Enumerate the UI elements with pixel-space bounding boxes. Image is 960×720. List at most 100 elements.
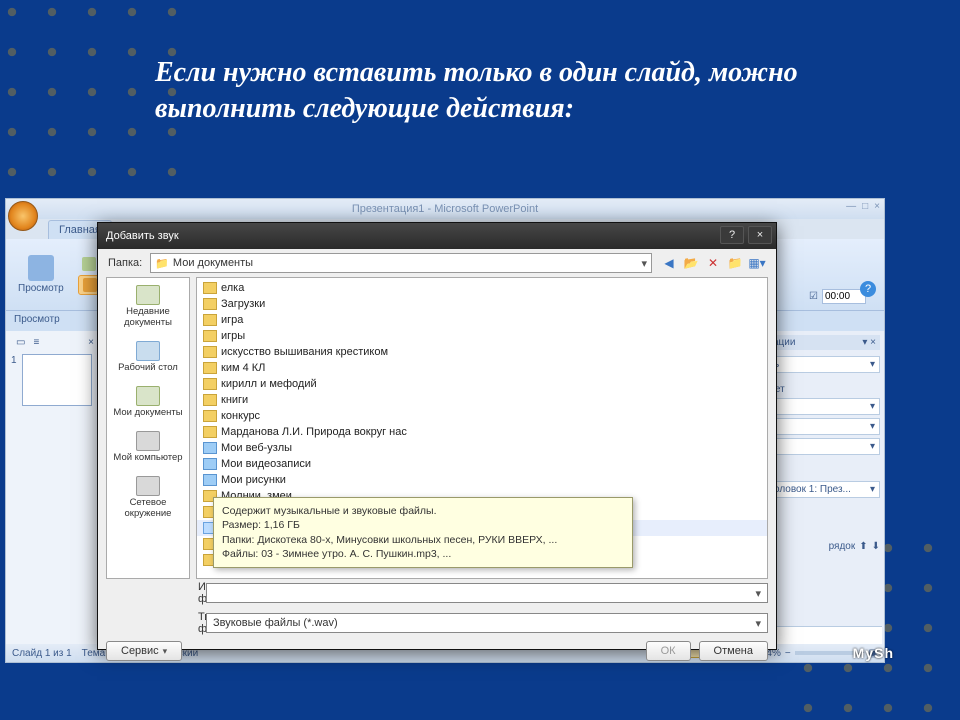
place-recent[interactable]: Недавние документы: [109, 282, 187, 332]
folder-icon: 📁: [155, 257, 169, 270]
file-name: Мои веб-узлы: [221, 442, 292, 454]
zoom-out-icon[interactable]: −: [785, 648, 791, 659]
dialog-toolbar: Папка: 📁 Мои документы ◀ 📂 ✕ 📁 ▦▾: [98, 249, 776, 277]
status-slide-count: Слайд 1 из 1: [12, 648, 72, 659]
preview-icon: [28, 255, 54, 281]
file-name: ким 4 КЛ: [221, 362, 265, 374]
setup-icon: [83, 278, 97, 292]
folder-icon: [203, 426, 217, 438]
tooltip: Содержит музыкальные и звуковые файлы. Р…: [213, 497, 633, 568]
file-list[interactable]: елка Загрузки игра игрыискусство вышивания …: [196, 277, 768, 579]
reorder-down-icon[interactable]: ⬇: [872, 541, 880, 552]
folder-icon: [203, 410, 217, 422]
auto-advance-checkbox[interactable]: ☑: [809, 291, 818, 302]
file-name: Мои видеозаписи: [221, 458, 311, 470]
list-item[interactable]: игра: [197, 312, 767, 328]
dialog-close-icon[interactable]: ×: [748, 226, 772, 244]
place-computer[interactable]: Мой компьютер: [109, 428, 187, 467]
slide-thumbnail[interactable]: [22, 354, 92, 406]
place-documents[interactable]: Мои документы: [109, 383, 187, 422]
list-item[interactable]: конкурс: [197, 408, 767, 424]
filename-label: Имя файла:: [106, 581, 198, 605]
ribbon-preview-group[interactable]: Просмотр: [12, 251, 70, 298]
tooltip-line3: Папки: Дискотека 80-х, Минусовки школьны…: [222, 533, 624, 547]
file-name: Мои рисунки: [221, 474, 286, 486]
list-item[interactable]: Мои веб-узлы: [197, 440, 767, 456]
zoom-slider[interactable]: [795, 651, 855, 655]
list-item[interactable]: кирилл и мефодий: [197, 376, 767, 392]
office-button[interactable]: [8, 201, 38, 231]
folder-icon: [203, 314, 217, 326]
folder-icon: [203, 330, 217, 342]
delete-icon[interactable]: ✕: [704, 254, 722, 272]
slides-tab-icon[interactable]: ▭: [16, 337, 25, 348]
close-icon[interactable]: ×: [874, 201, 880, 212]
reorder-up-icon[interactable]: ⬆: [859, 541, 867, 552]
dialog-body: Недавние документы Рабочий стол Мои доку…: [106, 277, 768, 579]
back-icon[interactable]: ◀: [660, 254, 678, 272]
ok-button[interactable]: ОК: [646, 641, 691, 661]
folder-combo[interactable]: 📁 Мои документы: [150, 253, 652, 273]
list-item[interactable]: искусство вышивания крестиком: [197, 344, 767, 360]
folder-icon: [203, 394, 217, 406]
panel-close-icon[interactable]: ×: [88, 337, 94, 348]
file-name: игра: [221, 314, 243, 326]
outline-tab-icon[interactable]: ≡: [33, 337, 39, 348]
list-item[interactable]: елка: [197, 280, 767, 296]
file-name: елка: [221, 282, 244, 294]
window-controls: — □ ×: [846, 201, 880, 212]
task-dropdown-1[interactable]: ▾: [769, 398, 880, 415]
dialog-title: Добавить звук: [106, 230, 179, 242]
task-reorder: рядок ⬆ ⬇: [769, 541, 880, 552]
minimize-icon[interactable]: —: [846, 201, 856, 212]
window-titlebar: Презентация1 - Microsoft PowerPoint — □ …: [6, 199, 884, 219]
dialog-help-icon[interactable]: ?: [720, 226, 744, 244]
dialog-titlebar: Добавить звук ? ×: [98, 223, 776, 249]
animation-task-pane: ации ▾ × ь▾ лет ▾ ▾ ▾ оловок 1: През...▾…: [764, 331, 884, 644]
folder-icon: [203, 378, 217, 390]
place-desktop[interactable]: Рабочий стол: [109, 338, 187, 377]
watermark: MySh: [853, 645, 894, 661]
list-item[interactable]: Мои рисунки: [197, 472, 767, 488]
folder-label: Папка:: [108, 257, 142, 269]
maximize-icon[interactable]: □: [862, 201, 868, 212]
file-name: Марданова Л.И. Природа вокруг нас: [221, 426, 407, 438]
list-item[interactable]: игры: [197, 328, 767, 344]
dialog-bottom: Имя файла: Тип файлов: Звуковые файлы (*…: [106, 581, 768, 641]
up-icon[interactable]: 📂: [682, 254, 700, 272]
filename-field[interactable]: [206, 583, 768, 603]
list-item[interactable]: книги: [197, 392, 767, 408]
file-name: кирилл и мефодий: [221, 378, 317, 390]
slide-heading: Если нужно вставить только в один слайд,…: [155, 55, 875, 128]
task-dropdown-3[interactable]: ▾: [769, 438, 880, 455]
help-icon[interactable]: ?: [860, 281, 876, 297]
task-effect-item[interactable]: оловок 1: През...▾: [769, 481, 880, 498]
place-network[interactable]: Сетевое окружение: [109, 473, 187, 523]
new-folder-icon[interactable]: 📁: [726, 254, 744, 272]
folder-icon: [203, 474, 217, 486]
ornament-top-left: [0, 0, 180, 200]
folder-icon: [203, 362, 217, 374]
views-icon[interactable]: ▦▾: [748, 254, 766, 272]
file-name: конкурс: [221, 410, 260, 422]
folder-icon: [203, 282, 217, 294]
task-pane-close-icon[interactable]: ▾ ×: [862, 337, 876, 348]
ribbon-time: ☑: [809, 289, 866, 304]
slide-panel[interactable]: ▭ ≡ ×: [6, 331, 101, 644]
tools-button[interactable]: Сервис: [106, 641, 182, 661]
list-item[interactable]: Загрузки: [197, 296, 767, 312]
folder-icon: [203, 442, 217, 454]
preview-label: Просмотр: [18, 283, 64, 294]
list-item[interactable]: Марданова Л.И. Природа вокруг нас: [197, 424, 767, 440]
list-item[interactable]: ким 4 КЛ: [197, 360, 767, 376]
anim-icon: [82, 257, 96, 271]
tooltip-line2: Размер: 1,16 ГБ: [222, 518, 624, 532]
cancel-button[interactable]: Отмена: [699, 641, 768, 661]
folder-value: Мои документы: [173, 257, 253, 269]
task-dropdown-2[interactable]: ▾: [769, 418, 880, 435]
filetype-field[interactable]: Звуковые файлы (*.wav): [206, 613, 768, 633]
task-add-effect[interactable]: ь▾: [769, 356, 880, 373]
window-title: Презентация1 - Microsoft PowerPoint: [352, 203, 538, 215]
list-item[interactable]: Мои видеозаписи: [197, 456, 767, 472]
folder-icon: [203, 298, 217, 310]
